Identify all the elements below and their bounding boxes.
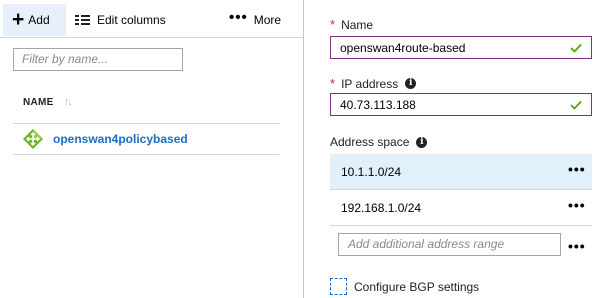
filter-input[interactable]: Filter by name... [13, 48, 183, 71]
add-row-more-icon[interactable]: ••• [568, 238, 586, 254]
ip-address-label-text: IP address [341, 76, 399, 91]
row-divider [330, 225, 592, 226]
address-range-row[interactable]: 10.1.1.0/24 ••• [330, 154, 592, 189]
list-item[interactable]: openswan4policybased [13, 124, 279, 155]
columns-icon [75, 14, 90, 26]
info-icon[interactable]: i [416, 136, 428, 148]
bgp-checkbox[interactable] [330, 278, 347, 295]
edit-columns-label: Edit columns [97, 13, 166, 27]
more-button[interactable]: ••• More [229, 4, 281, 36]
sort-icon[interactable]: ↑↓ [64, 96, 73, 108]
row-more-icon[interactable]: ••• [568, 197, 586, 213]
gateway-name-link[interactable]: openswan4policybased [53, 132, 188, 146]
address-range-value: 192.168.1.0/24 [341, 200, 422, 215]
edit-columns-button[interactable]: Edit columns [75, 4, 166, 36]
local-network-gateway-icon [23, 129, 43, 149]
plus-icon: + [12, 7, 25, 31]
valid-check-icon [570, 43, 582, 53]
bgp-checkbox-label: Configure BGP settings [354, 279, 480, 294]
name-label-text: Name [341, 17, 374, 32]
valid-check-icon [570, 100, 582, 110]
address-range-row[interactable]: 192.168.1.0/24 ••• [330, 190, 592, 225]
address-space-label: Address space i [330, 135, 428, 149]
add-button-label: Add [28, 13, 50, 27]
resource-list-pane: + Add Edit columns ••• More Filter by na… [0, 0, 304, 298]
name-column-header[interactable]: NAME ↑↓ [23, 96, 73, 108]
name-column-label: NAME [23, 96, 54, 108]
required-icon: * [330, 17, 336, 32]
address-range-value: 10.1.1.0/24 [341, 164, 402, 179]
name-field[interactable]: openswan4route-based [330, 36, 592, 59]
ip-address-field[interactable]: 40.73.113.188 [330, 93, 592, 116]
toolbar: + Add Edit columns ••• More [0, 0, 303, 38]
gateway-form-pane: * Name openswan4route-based * IP address… [305, 0, 604, 298]
name-label: * Name [330, 17, 373, 32]
info-icon[interactable]: i [405, 78, 417, 89]
row-more-icon[interactable]: ••• [568, 161, 586, 177]
required-icon: * [330, 76, 336, 91]
more-label: More [253, 13, 282, 27]
name-field-value: openswan4route-based [340, 40, 466, 55]
ip-address-label: * IP address i [330, 76, 417, 91]
add-address-range-input[interactable]: Add additional address range [338, 233, 561, 256]
add-button[interactable]: + Add [3, 4, 66, 36]
address-space-label-text: Address space [330, 135, 410, 149]
ip-address-value: 40.73.113.188 [340, 97, 416, 112]
more-icon: ••• [229, 8, 248, 26]
bgp-checkbox-row[interactable]: Configure BGP settings [330, 278, 479, 295]
